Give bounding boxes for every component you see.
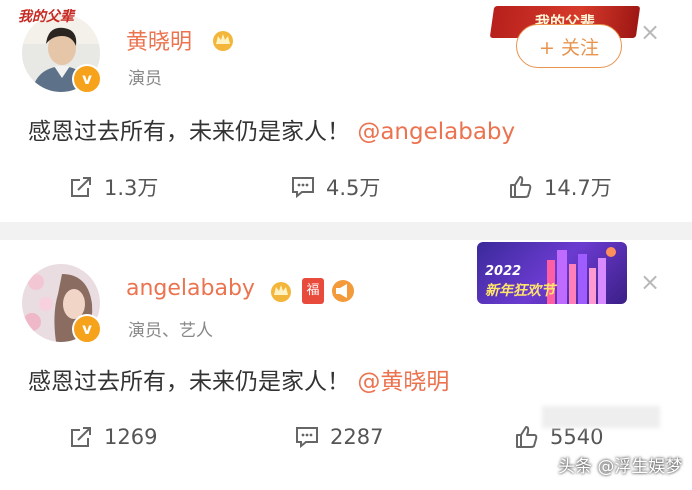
banner-text: 新年狂欢节 [485,283,555,299]
close-icon[interactable]: × [640,18,660,46]
comment-icon [292,177,314,199]
comment-button[interactable]: 2287 [294,424,383,450]
crown-badge-icon [271,282,291,302]
username[interactable]: 黄晓明 [126,24,192,56]
post-text: 感恩过去所有，未来仍是家人！ @angelababy [28,112,515,146]
post-card-huangxiaoming: v 我的父辈 黄晓明 演员 我的父辈 + 关注 × 感恩过去所有，未来仍是家人！… [0,0,692,222]
user-subtitle: 演员、艺人 [128,321,213,341]
crown-badge-icon [213,31,233,51]
fu-badge-icon: 福 [302,278,324,304]
repost-count: 1269 [104,425,158,449]
post-body: 感恩过去所有，未来仍是家人！ [28,119,350,145]
repost-icon [71,427,91,447]
comment-icon [296,427,318,449]
follow-button[interactable]: + 关注 [516,24,622,68]
repost-button[interactable]: 1269 [68,424,157,450]
user-subtitle: 演员 [128,69,162,89]
username[interactable]: angelababy [126,276,255,301]
repost-button[interactable]: 1.3万 [68,172,158,202]
watermark: 头条 @浮生娱梦 [558,457,683,477]
blurred-overlay [542,406,660,428]
like-count: 5540 [550,425,604,449]
repost-icon [71,177,91,197]
close-icon[interactable]: × [640,268,660,296]
new-year-banner: 2022 新年狂欢节 [477,242,627,304]
banner-year: 2022 [485,264,522,279]
avatar[interactable]: v [22,264,102,344]
repost-count: 1.3万 [104,176,159,200]
verified-badge-icon: v [72,314,102,344]
mention-link[interactable]: @angelababy [357,119,515,145]
like-icon [510,176,532,198]
like-count: 14.7万 [544,176,612,200]
post-text: 感恩过去所有，未来仍是家人！ @黄晓明 [28,362,449,396]
mention-link[interactable]: @黄晓明 [357,369,449,395]
comment-count: 2287 [330,425,384,449]
like-icon [516,426,538,448]
post-separator [0,222,692,240]
comment-count: 4.5万 [326,176,381,200]
comment-button[interactable]: 4.5万 [290,172,380,202]
megaphone-icon [332,280,354,302]
film-logo: 我的父辈 [18,9,74,25]
post-body: 感恩过去所有，未来仍是家人！ [28,369,350,395]
verified-badge-icon: v [72,64,102,94]
like-button[interactable]: 14.7万 [508,172,612,202]
